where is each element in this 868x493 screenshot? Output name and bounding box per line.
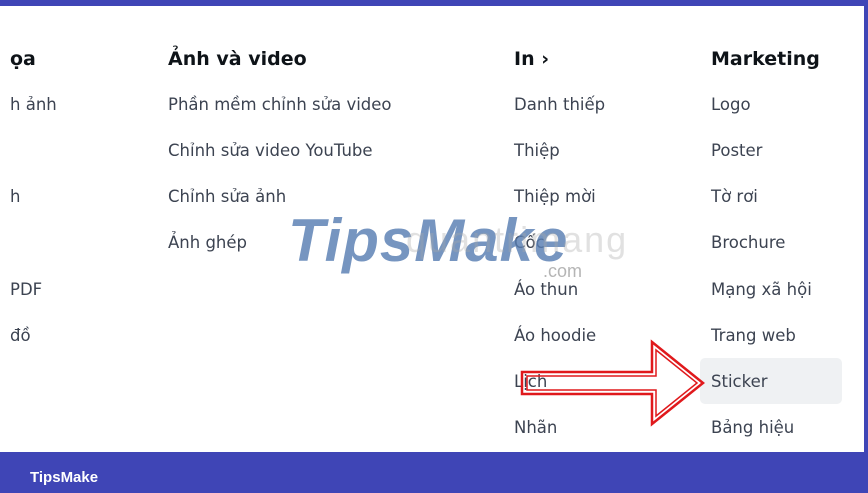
column-heading-cut[interactable]: ọa — [10, 48, 36, 70]
menu-item[interactable]: h — [10, 187, 20, 206]
menu-item-label[interactable]: Nhãn — [514, 418, 557, 437]
menu-item-sticker[interactable]: Sticker — [711, 372, 768, 391]
menu-item-social-media[interactable]: Mạng xã hội — [711, 280, 812, 299]
column-heading-marketing[interactable]: Marketing — [711, 48, 820, 70]
menu-item-tshirt[interactable]: Áo thun — [514, 280, 578, 299]
menu-item[interactable]: đồ — [10, 326, 31, 345]
menu-item-card[interactable]: Thiệp — [514, 141, 560, 160]
menu-item[interactable]: h ảnh — [10, 95, 57, 114]
menu-item-website[interactable]: Trang web — [711, 326, 796, 345]
menu-item-invitation[interactable]: Thiệp mời — [514, 187, 596, 206]
menu-item-video-editor[interactable]: Phần mềm chỉnh sửa video — [168, 95, 392, 114]
watermark-suffix: .com — [543, 261, 583, 281]
menu-item[interactable]: PDF — [10, 280, 42, 299]
column-heading-photo-video[interactable]: Ảnh và video — [168, 48, 307, 70]
footer-brand: TipsMake — [30, 469, 99, 486]
menu-item-poster[interactable]: Poster — [711, 141, 762, 160]
menu-item-calendar[interactable]: Lịch — [514, 372, 547, 391]
menu-item-photo-editor[interactable]: Chỉnh sửa ảnh — [168, 187, 286, 206]
menu-item-flyer[interactable]: Tờ rơi — [711, 187, 758, 206]
menu-item-collage[interactable]: Ảnh ghép — [168, 233, 247, 252]
menu-item-hoodie[interactable]: Áo hoodie — [514, 326, 596, 345]
menu-item-mug[interactable]: Cốc — [514, 233, 545, 252]
menu-panel: ọa h ảnh h PDF đồ Ảnh và video Phần mềm … — [0, 6, 864, 452]
menu-item-youtube-editor[interactable]: Chỉnh sửa video YouTube — [168, 141, 373, 160]
menu-item-business-card[interactable]: Danh thiếp — [514, 95, 605, 114]
menu-item-logo[interactable]: Logo — [711, 95, 751, 114]
column-heading-print[interactable]: In › — [514, 48, 549, 70]
menu-item-signboard[interactable]: Bảng hiệu — [711, 418, 794, 437]
menu-item-brochure[interactable]: Brochure — [711, 233, 785, 252]
